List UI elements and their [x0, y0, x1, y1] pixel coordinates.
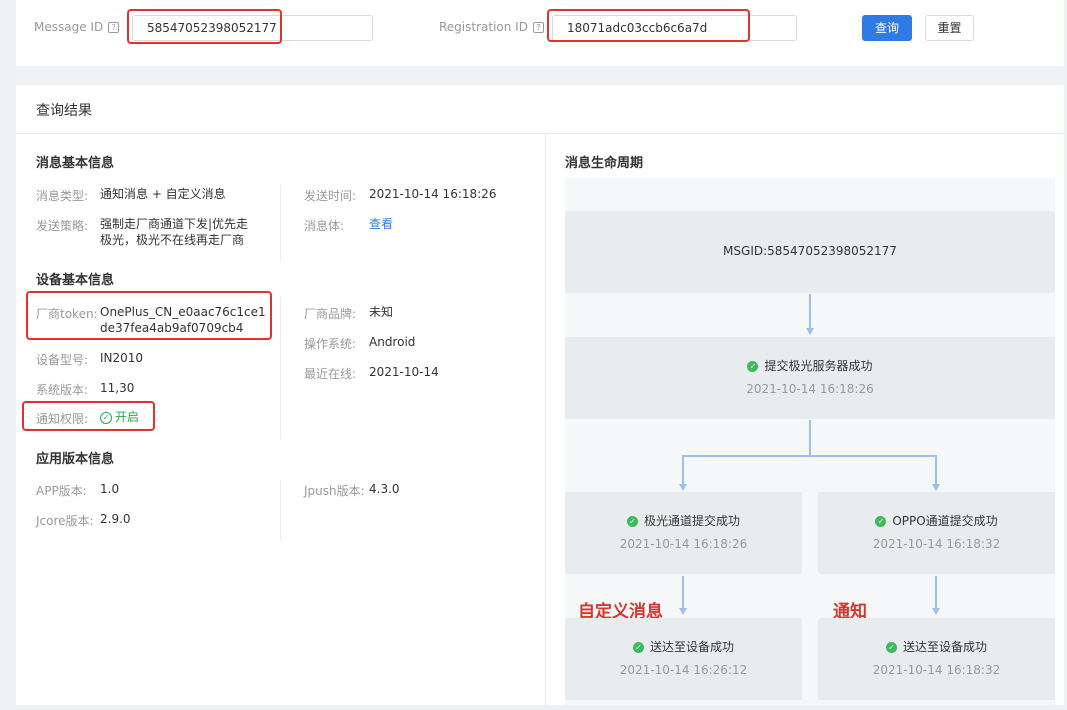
annotation-box-vendor-token — [26, 291, 272, 340]
check-circle-icon: ✓ — [747, 361, 759, 372]
jcore-version-label: Jcore版本: — [36, 514, 94, 528]
device-info-title: 设备基本信息 — [36, 273, 115, 288]
check-circle-icon: ✓ — [626, 516, 638, 527]
check-circle-icon: ✓ — [632, 642, 644, 653]
connector-line — [935, 455, 937, 485]
arrow-down-icon — [806, 328, 814, 335]
delivered-notify-node: ✓ 送达至设备成功 2021-10-14 16:18:32 — [818, 618, 1055, 700]
column-divider — [280, 480, 281, 540]
connector-line — [682, 576, 684, 610]
check-circle-icon: ✓ — [875, 516, 887, 527]
results-title: 查询结果 — [36, 103, 92, 119]
connector-line — [682, 455, 937, 457]
vendor-brand-label: 厂商品牌: — [304, 307, 357, 321]
message-type-label: 消息类型: — [36, 189, 89, 203]
connector-line — [682, 455, 684, 485]
system-version-label: 系统版本: — [36, 383, 89, 397]
vendor-brand-value: 未知 — [369, 305, 394, 319]
divider — [16, 133, 1064, 134]
query-button[interactable]: 查询 — [862, 15, 912, 41]
message-id-label: Message ID? — [34, 20, 120, 34]
delivered-notify-title: 送达至设备成功 — [902, 640, 987, 654]
help-icon[interactable]: ? — [532, 22, 544, 33]
check-circle-icon: ✓ — [885, 642, 897, 653]
strategy-label: 发送策略: — [36, 219, 89, 233]
send-time-value: 2021-10-14 16:18:26 — [369, 187, 497, 201]
oppo-channel-time: 2021-10-14 16:18:32 — [872, 537, 1001, 551]
arrow-down-icon — [679, 484, 687, 491]
app-info-title: 应用版本信息 — [36, 452, 115, 467]
jiguang-channel-node: ✓ 极光通道提交成功 2021-10-14 16:18:26 — [565, 492, 802, 574]
delivered-custom-time: 2021-10-14 16:26:12 — [619, 663, 748, 677]
os-label: 操作系统: — [304, 337, 357, 351]
page-frame: Message ID? 58547052398052177 Registrati… — [16, 0, 1064, 705]
jpush-version-value: 4.3.0 — [369, 482, 400, 496]
annotation-box-message-id — [127, 9, 282, 44]
oppo-channel-title: OPPO通道提交成功 — [892, 514, 998, 528]
message-body-label: 消息体: — [304, 219, 345, 233]
arrow-down-icon — [932, 484, 940, 491]
device-model-label: 设备型号: — [36, 353, 89, 367]
last-online-label: 最近在线: — [304, 367, 357, 381]
submit-server-time: 2021-10-14 16:18:26 — [746, 382, 874, 396]
oppo-channel-node: ✓ OPPO通道提交成功 2021-10-14 16:18:32 — [818, 492, 1055, 574]
msgid-text: MSGID:58547052398052177 — [723, 244, 897, 258]
column-divider — [280, 185, 281, 261]
help-icon[interactable]: ? — [108, 22, 120, 33]
connector-line — [935, 576, 937, 610]
message-info-title: 消息基本信息 — [36, 156, 115, 171]
connector-line — [809, 420, 811, 456]
registration-id-label: Registration ID? — [439, 20, 544, 34]
arrow-down-icon — [932, 608, 940, 615]
jiguang-channel-title: 极光通道提交成功 — [643, 514, 740, 528]
system-version-value: 11,30 — [100, 381, 135, 395]
lifecycle-title: 消息生命周期 — [565, 156, 644, 171]
column-divider — [280, 297, 281, 439]
device-model-value: IN2010 — [100, 351, 144, 365]
annotation-box-notify-permission — [22, 401, 155, 431]
search-panel: Message ID? 58547052398052177 Registrati… — [16, 0, 1064, 66]
app-version-value: 1.0 — [100, 482, 120, 496]
submit-server-node: ✓ 提交极光服务器成功 2021-10-14 16:18:26 — [565, 337, 1055, 419]
message-type-value: 通知消息 + 自定义消息 — [100, 187, 226, 201]
last-online-value: 2021-10-14 — [369, 365, 439, 379]
divider — [545, 133, 546, 705]
strategy-value: 强制走厂商通道下发|优先走极光，极光不在线再走厂商 — [100, 217, 249, 247]
jcore-version-value: 2.9.0 — [100, 512, 131, 526]
delivered-custom-title: 送达至设备成功 — [649, 640, 734, 654]
submit-server-title: 提交极光服务器成功 — [764, 359, 873, 373]
delivered-notify-time: 2021-10-14 16:18:32 — [872, 663, 1001, 677]
connector-line — [809, 294, 811, 330]
annotation-box-registration-id — [547, 9, 750, 42]
send-time-label: 发送时间: — [304, 189, 357, 203]
reset-button[interactable]: 重置 — [925, 15, 974, 41]
view-message-body-link[interactable]: 查看 — [369, 216, 393, 232]
jiguang-channel-time: 2021-10-14 16:18:26 — [619, 537, 748, 551]
jpush-version-label: Jpush版本: — [304, 484, 365, 498]
app-version-label: APP版本: — [36, 484, 87, 498]
msgid-node: MSGID:58547052398052177 — [565, 211, 1055, 293]
os-value: Android — [369, 335, 416, 349]
arrow-down-icon — [679, 608, 687, 615]
delivered-custom-node: ✓ 送达至设备成功 2021-10-14 16:26:12 — [565, 618, 802, 700]
